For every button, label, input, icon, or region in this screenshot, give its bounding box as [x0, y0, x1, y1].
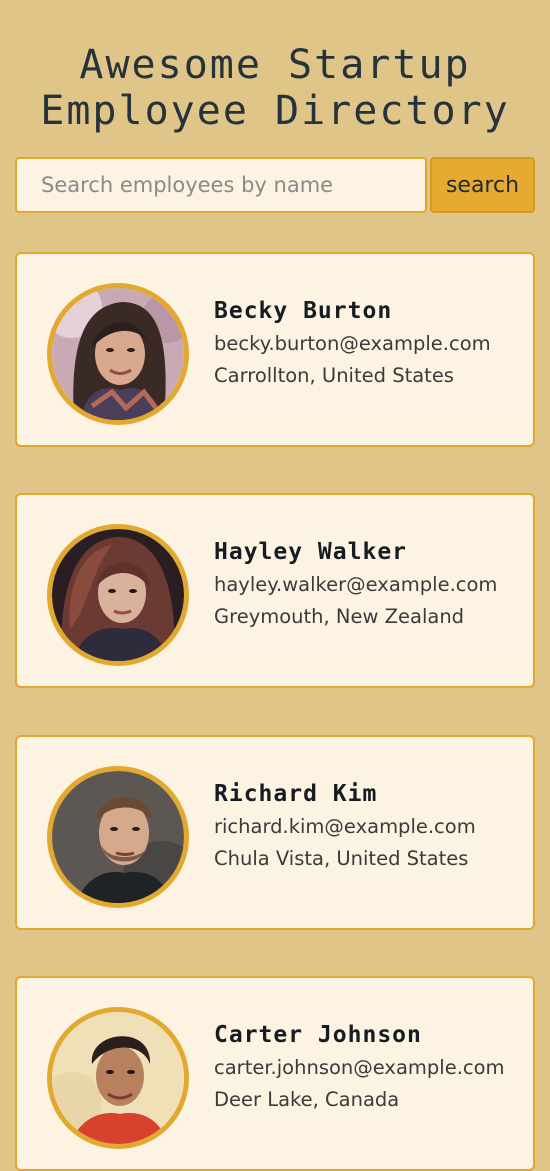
search-form: search	[15, 157, 535, 213]
search-button[interactable]: search	[430, 157, 535, 213]
employee-info: Carter Johnson carter.johnson@example.co…	[214, 1020, 505, 1116]
employee-avatar	[47, 1007, 189, 1149]
employee-card[interactable]: Hayley Walker hayley.walker@example.com …	[15, 493, 535, 688]
employee-name: Hayley Walker	[214, 539, 408, 565]
employee-info: Hayley Walker hayley.walker@example.com …	[214, 537, 497, 633]
employee-name: Carter Johnson	[214, 1022, 422, 1048]
page-title: Awesome Startup Employee Directory	[0, 42, 550, 134]
employee-email: richard.kim@example.com	[214, 815, 476, 838]
employee-name: Becky Burton	[214, 298, 393, 324]
employee-card[interactable]: Carter Johnson carter.johnson@example.co…	[15, 976, 535, 1171]
employee-avatar	[47, 283, 189, 425]
employee-info: Richard Kim richard.kim@example.com Chul…	[214, 779, 476, 875]
employee-location: Carrollton, United States	[214, 364, 454, 387]
employee-avatar	[47, 524, 189, 666]
employee-name: Richard Kim	[214, 781, 378, 807]
employee-email: becky.burton@example.com	[214, 332, 491, 355]
employee-email: hayley.walker@example.com	[214, 573, 498, 596]
employee-email: carter.johnson@example.com	[214, 1056, 505, 1079]
employee-location: Greymouth, New Zealand	[214, 605, 465, 628]
page-title-line-2: Employee Directory	[40, 88, 510, 134]
employee-avatar	[47, 766, 189, 908]
page-title-line-1: Awesome Startup	[79, 42, 471, 88]
employee-location: Deer Lake, Canada	[214, 1088, 400, 1111]
employee-location: Chula Vista, United States	[214, 847, 469, 870]
employee-card[interactable]: Becky Burton becky.burton@example.com Ca…	[15, 252, 535, 447]
employee-card[interactable]: Richard Kim richard.kim@example.com Chul…	[15, 735, 535, 930]
employee-info: Becky Burton becky.burton@example.com Ca…	[214, 296, 491, 392]
search-input[interactable]	[15, 157, 427, 213]
